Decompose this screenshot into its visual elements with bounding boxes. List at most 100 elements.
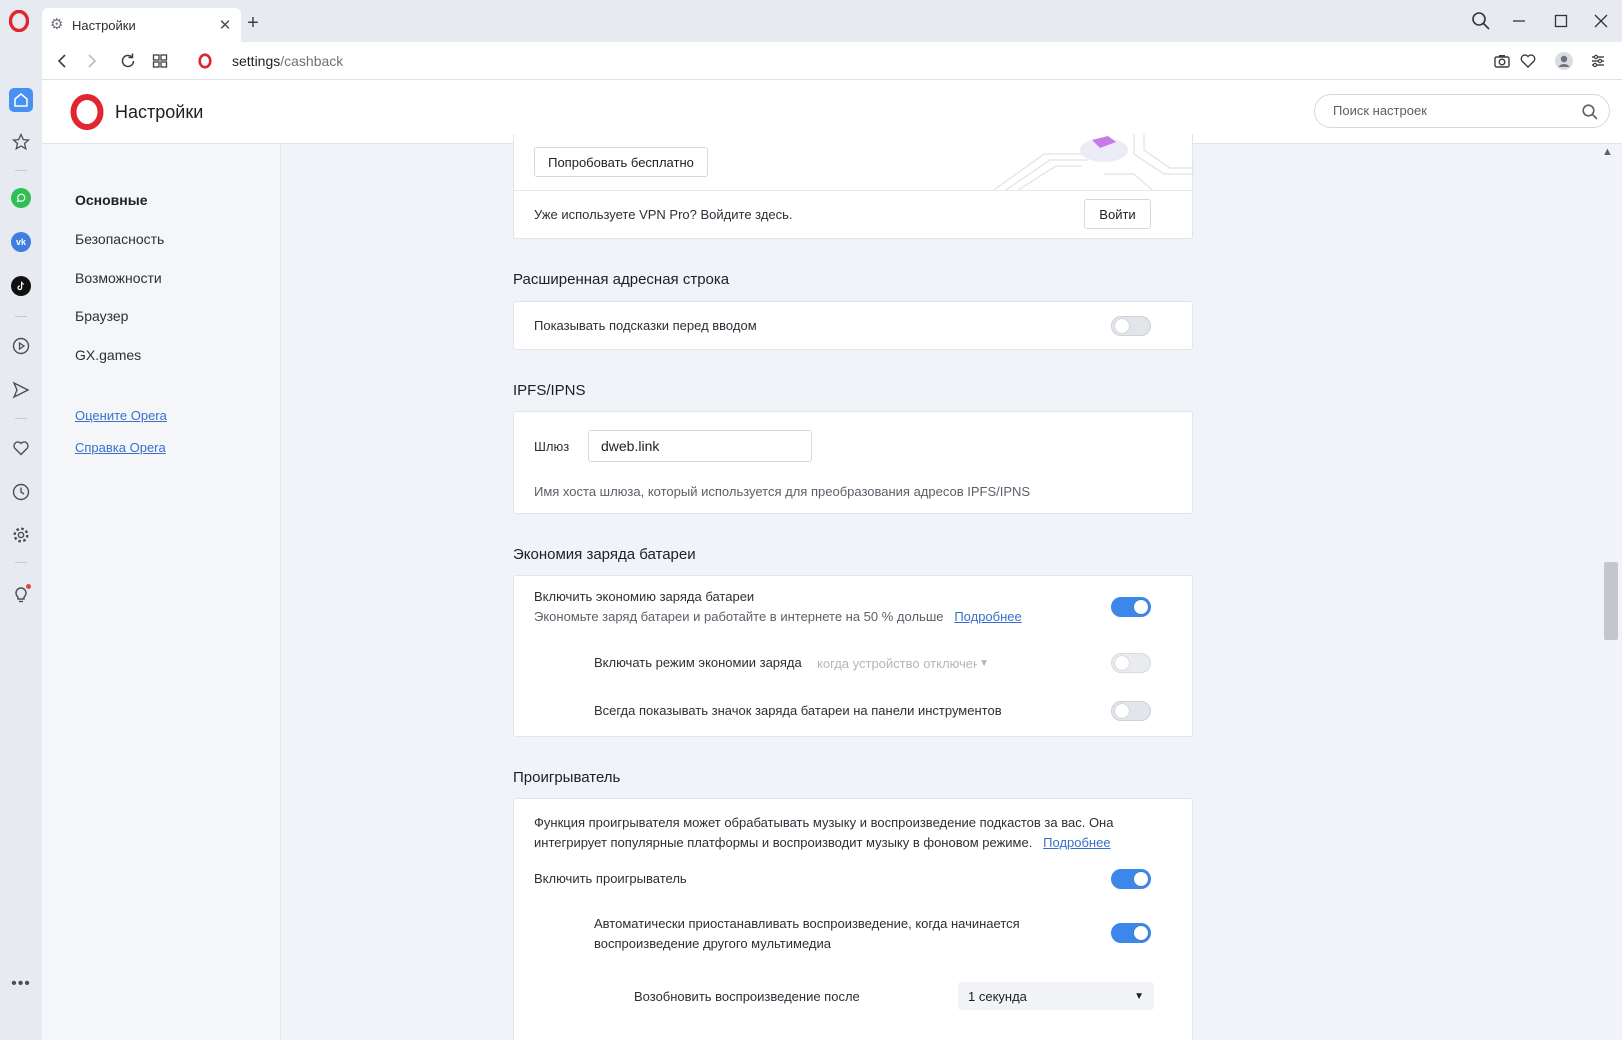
resume-value: 1 секунда (968, 988, 1027, 1004)
whatsapp-icon[interactable] (11, 188, 31, 208)
page-scrollbar[interactable]: ▲ (1594, 144, 1622, 1040)
scroll-up-icon[interactable]: ▲ (1602, 146, 1613, 158)
settings-page: Настройки Основные Безопасность Возможно… (42, 80, 1622, 1040)
back-button[interactable] (52, 51, 72, 71)
section-title-player: Проигрыватель (513, 769, 621, 786)
chevron-down-icon: ▼ (979, 657, 989, 669)
gateway-label: Шлюз (534, 439, 570, 454)
battery-icon-toggle[interactable] (1111, 701, 1151, 721)
tab-close-icon[interactable]: ✕ (217, 16, 233, 34)
vpn-pro-card: Попробовать бесплатно Уже используете VP… (513, 134, 1194, 239)
player-more-link[interactable]: Подробнее (1043, 835, 1110, 850)
auto-pause-toggle[interactable] (1111, 923, 1151, 943)
minimize-icon[interactable] (1508, 10, 1530, 32)
send-icon[interactable] (9, 378, 33, 402)
address-bar: settings/cashback (42, 42, 1622, 80)
battery-mode-select[interactable]: когда устройство отключено ▼ (807, 649, 999, 677)
easy-setup-icon[interactable] (1588, 51, 1608, 71)
resume-label: Возобновить воспроизведение после (634, 989, 860, 1004)
show-suggestions-label: Показывать подсказки перед вводом (534, 318, 757, 333)
gateway-description: Имя хоста шлюза, который используется дл… (534, 484, 1031, 499)
bookmark-heart-icon[interactable] (1518, 51, 1538, 71)
sidebar-divider (15, 170, 27, 171)
nav-item-browser[interactable]: Браузер (75, 308, 128, 324)
profile-avatar-icon[interactable] (1554, 51, 1574, 71)
tiktok-icon[interactable] (11, 276, 31, 296)
battery-icon-label: Всегда показывать значок заряда батареи … (594, 703, 1002, 718)
reload-button[interactable] (118, 51, 138, 71)
camera-icon[interactable] (1492, 51, 1512, 71)
opera-menu-icon[interactable] (9, 10, 29, 32)
nav-item-basic[interactable]: Основные (75, 192, 148, 208)
ipfs-card: Шлюз dweb.link Имя хоста шлюза, который … (513, 411, 1193, 514)
search-input[interactable] (1333, 103, 1563, 118)
url-host: settings (232, 53, 281, 69)
tab-title: Настройки (72, 17, 136, 33)
battery-card: Включить экономию заряда батареи Экономь… (513, 575, 1193, 737)
url-field[interactable]: settings/cashback (232, 53, 343, 69)
battery-description-text: Экономьте заряд батареи и работайте в ин… (534, 609, 944, 624)
opera-logo (70, 94, 104, 130)
vpn-illustration (993, 134, 1194, 190)
player-enable-toggle[interactable] (1111, 869, 1151, 889)
nav-item-gxgames[interactable]: GX.games (75, 347, 141, 363)
search-icon[interactable] (1581, 103, 1599, 121)
resume-select[interactable]: 1 секунда ▼ (958, 982, 1154, 1010)
title-bar: ⚙ Настройки ✕ + (0, 0, 1622, 42)
section-title-ipfs: IPFS/IPNS (513, 382, 586, 399)
battery-enable-toggle[interactable] (1111, 597, 1151, 617)
opera-help-link[interactable]: Справка Opera (75, 440, 166, 455)
maximize-icon[interactable] (1550, 10, 1572, 32)
player-card: Функция проигрывателя может обрабатывать… (513, 798, 1193, 1040)
page-title: Настройки (115, 102, 204, 122)
opera-sidebar: vk ••• (0, 42, 42, 1040)
battery-mode-value: когда устройство отключено (817, 655, 977, 671)
address-bar-card: Показывать подсказки перед вводом (513, 301, 1193, 350)
sidebar-divider (15, 418, 27, 419)
settings-search[interactable] (1314, 94, 1610, 128)
section-title-address-bar: Расширенная адресная строка (513, 271, 730, 288)
battery-description: Экономьте заряд батареи и работайте в ин… (534, 607, 1022, 627)
search-tabs-icon[interactable] (1470, 10, 1492, 32)
url-path: /cashback (280, 53, 344, 69)
player-enable-label: Включить проигрыватель (534, 871, 687, 886)
show-suggestions-toggle[interactable] (1111, 316, 1151, 336)
nav-item-security[interactable]: Безопасность (75, 231, 164, 247)
battery-more-link[interactable]: Подробнее (954, 609, 1021, 624)
gear-icon: ⚙ (50, 16, 64, 33)
nav-item-features[interactable]: Возможности (75, 270, 162, 286)
player-icon[interactable] (9, 334, 33, 358)
home-icon[interactable] (9, 88, 33, 112)
vpn-login-button[interactable]: Войти (1084, 199, 1151, 229)
tabs-overview-button[interactable] (150, 51, 170, 71)
sidebar-divider (15, 316, 27, 317)
more-icon[interactable]: ••• (9, 972, 33, 996)
auto-pause-label-line1: Автоматически приостанавливать воспроизв… (594, 916, 1020, 931)
new-tab-button[interactable]: + (244, 13, 262, 33)
try-free-button[interactable]: Попробовать бесплатно (534, 147, 708, 177)
section-title-battery: Экономия заряда батареи (513, 546, 696, 563)
scroll-thumb[interactable] (1604, 562, 1618, 640)
player-description-text: интегрирует популярные платформы и воспр… (534, 835, 1033, 850)
tab-settings[interactable]: ⚙ Настройки ✕ (42, 8, 241, 42)
vpn-login-text: Уже используете VPN Pro? Войдите здесь. (534, 207, 793, 222)
battery-mode-toggle[interactable] (1111, 653, 1151, 673)
gateway-input[interactable]: dweb.link (588, 430, 812, 462)
settings-icon[interactable] (9, 523, 33, 547)
history-icon[interactable] (9, 480, 33, 504)
chevron-down-icon: ▼ (1134, 990, 1144, 1002)
card-divider (514, 190, 1192, 191)
vk-icon[interactable]: vk (11, 232, 31, 252)
player-description-line2: интегрирует популярные платформы и воспр… (534, 833, 1111, 853)
close-window-icon[interactable] (1590, 10, 1612, 32)
auto-pause-label-line2: воспроизведение другого мультимедиа (594, 936, 831, 951)
forward-button[interactable] (82, 51, 102, 71)
rate-opera-link[interactable]: Оцените Opera (75, 408, 167, 423)
notification-dot (26, 584, 31, 589)
battery-enable-label: Включить экономию заряда батареи (534, 589, 755, 604)
star-icon[interactable] (9, 130, 33, 154)
heart-icon[interactable] (9, 436, 33, 460)
battery-mode-label: Включать режим экономии заряда (594, 655, 802, 670)
sidebar-divider (15, 562, 27, 563)
settings-nav: Основные Безопасность Возможности Браузе… (42, 144, 281, 1040)
